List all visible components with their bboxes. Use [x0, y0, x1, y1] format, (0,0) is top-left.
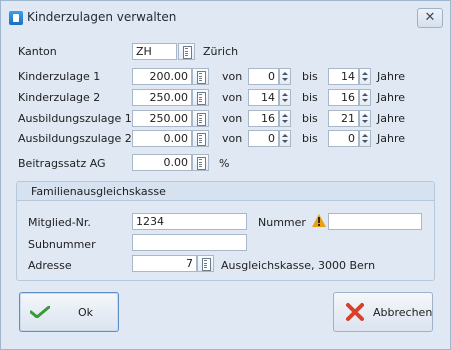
row4-von-label: von [222, 132, 243, 145]
spin-down-icon[interactable] [282, 140, 288, 143]
fak-group-header: Familienausgleichskasse [17, 182, 434, 201]
spin-down-icon[interactable] [362, 140, 368, 143]
row3-to-input[interactable]: 21 [328, 110, 359, 127]
row3-from-spinner[interactable] [279, 110, 291, 127]
row3-calculator-icon[interactable] [192, 110, 209, 127]
close-button[interactable]: ✕ [417, 8, 443, 28]
spin-up-icon[interactable] [362, 72, 368, 75]
row3-from-input[interactable]: 16 [248, 110, 279, 127]
row2-unit-label: Jahre [377, 91, 406, 104]
row1-bis-label: bis [302, 70, 318, 83]
row1-from-spinner[interactable] [279, 68, 291, 85]
row1-unit-label: Jahre [377, 70, 406, 83]
row1-calculator-icon[interactable] [192, 68, 209, 85]
adresse-label: Adresse [28, 259, 72, 272]
row3-label: Ausbildungszulage 1 [18, 112, 132, 125]
row2-to-spinner[interactable] [359, 89, 371, 106]
checkmark-icon [30, 306, 50, 318]
ok-button[interactable]: Ok [19, 292, 119, 332]
spin-up-icon[interactable] [282, 93, 288, 96]
adresse-input[interactable]: 7 [132, 255, 197, 272]
cancel-button[interactable]: Abbrechen [333, 292, 433, 332]
spin-down-icon[interactable] [362, 120, 368, 123]
beitragssatz-calculator-icon[interactable] [192, 154, 209, 171]
row4-from-input[interactable]: 0 [248, 130, 279, 147]
nummer-input[interactable] [328, 213, 422, 230]
mitglied-input[interactable]: 1234 [132, 213, 247, 230]
app-icon [9, 11, 23, 25]
spin-up-icon[interactable] [282, 134, 288, 137]
fak-group-title: Familienausgleichskasse [31, 185, 166, 198]
row2-amount-input[interactable]: 250.00 [132, 89, 192, 106]
kanton-input[interactable]: ZH [132, 43, 177, 60]
ok-button-label: Ok [78, 306, 94, 319]
cancel-button-label: Abbrechen [373, 306, 433, 319]
row3-von-label: von [222, 112, 243, 125]
spin-up-icon[interactable] [362, 134, 368, 137]
spin-down-icon[interactable] [282, 99, 288, 102]
row2-calculator-icon[interactable] [192, 89, 209, 106]
x-icon [346, 303, 364, 321]
row2-from-spinner[interactable] [279, 89, 291, 106]
row4-to-spinner[interactable] [359, 130, 371, 147]
warning-icon-mark [318, 217, 320, 223]
spin-up-icon[interactable] [282, 72, 288, 75]
dialog-window: Kinderzulagen verwalten ✕ Kanton ZH Züri… [0, 0, 451, 350]
row1-von-label: von [222, 70, 243, 83]
row4-unit-label: Jahre [377, 132, 406, 145]
spin-down-icon[interactable] [362, 78, 368, 81]
warning-icon-dot [318, 224, 320, 226]
row1-label: Kinderzulage 1 [18, 70, 101, 83]
row1-to-input[interactable]: 14 [328, 68, 359, 85]
beitragssatz-unit: % [219, 157, 230, 170]
row4-from-spinner[interactable] [279, 130, 291, 147]
spin-up-icon[interactable] [282, 114, 288, 117]
row4-label: Ausbildungszulage 2 [18, 132, 132, 145]
row3-bis-label: bis [302, 112, 318, 125]
row4-amount-input[interactable]: 0.00 [132, 130, 192, 147]
title-bar[interactable]: Kinderzulagen verwalten ✕ [1, 1, 450, 31]
row2-to-input[interactable]: 16 [328, 89, 359, 106]
beitragssatz-label: Beitragssatz AG [18, 157, 106, 170]
close-icon: ✕ [424, 10, 436, 25]
row3-to-spinner[interactable] [359, 110, 371, 127]
spin-up-icon[interactable] [362, 93, 368, 96]
adresse-text: Ausgleichskasse, 3000 Bern [221, 259, 376, 272]
adresse-calculator-icon[interactable] [197, 255, 214, 272]
kanton-lookup-calculator-icon[interactable] [178, 43, 195, 60]
spin-up-icon[interactable] [362, 114, 368, 117]
row4-to-input[interactable]: 0 [328, 130, 359, 147]
row2-label: Kinderzulage 2 [18, 91, 101, 104]
row1-to-spinner[interactable] [359, 68, 371, 85]
row3-amount-input[interactable]: 250.00 [132, 110, 192, 127]
beitragssatz-input[interactable]: 0.00 [132, 154, 192, 171]
row2-from-input[interactable]: 14 [248, 89, 279, 106]
row2-bis-label: bis [302, 91, 318, 104]
kanton-label: Kanton [18, 45, 57, 58]
subnummer-input[interactable] [132, 234, 247, 251]
row1-amount-input[interactable]: 200.00 [132, 68, 192, 85]
nummer-label: Nummer [258, 216, 306, 229]
mitglied-label: Mitglied-Nr. [28, 216, 91, 229]
row2-von-label: von [222, 91, 243, 104]
row4-bis-label: bis [302, 132, 318, 145]
row1-from-input[interactable]: 0 [248, 68, 279, 85]
window-title: Kinderzulagen verwalten [27, 10, 177, 24]
kanton-name: Zürich [203, 45, 239, 58]
spin-down-icon[interactable] [362, 99, 368, 102]
spin-down-icon[interactable] [282, 120, 288, 123]
subnummer-label: Subnummer [28, 238, 96, 251]
row3-unit-label: Jahre [377, 112, 406, 125]
spin-down-icon[interactable] [282, 78, 288, 81]
row4-calculator-icon[interactable] [192, 130, 209, 147]
